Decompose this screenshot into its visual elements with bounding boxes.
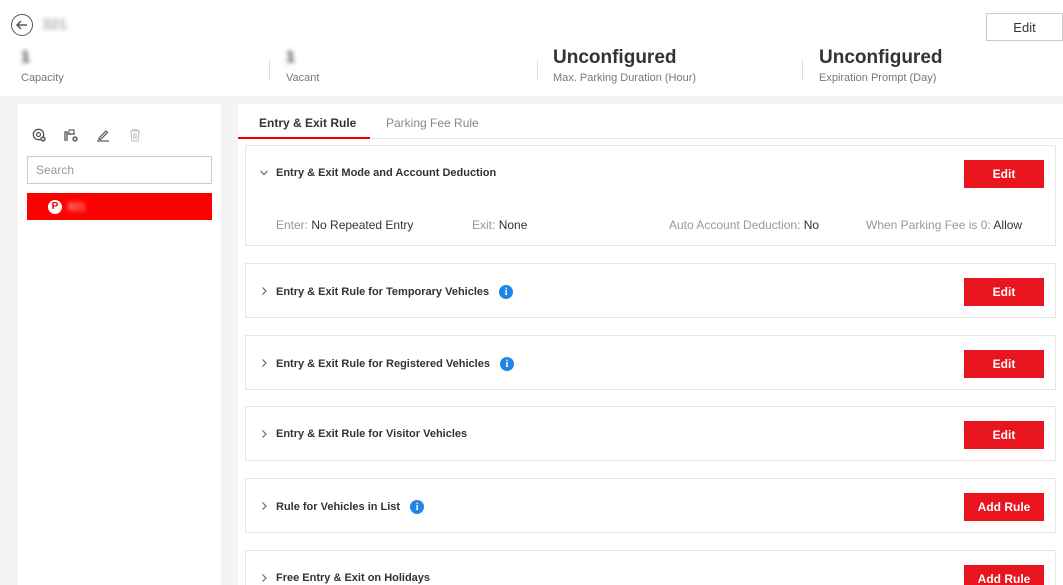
- edit-button[interactable]: Edit: [964, 421, 1044, 449]
- edit-button[interactable]: Edit: [964, 278, 1044, 306]
- main-panel: Entry & Exit Rule Parking Fee Rule Entry…: [238, 104, 1063, 585]
- search-input[interactable]: [27, 156, 212, 184]
- section-header[interactable]: Entry & Exit Rule for Registered Vehicle…: [246, 336, 1055, 391]
- divider: [802, 60, 803, 80]
- add-rule-button[interactable]: Add Rule: [964, 565, 1044, 585]
- section-title: Entry & Exit Rule for Registered Vehicle…: [276, 357, 514, 371]
- detail-exit: Exit: None: [472, 218, 528, 232]
- divider: [537, 60, 538, 80]
- detail-auto-deduction: Auto Account Deduction: No: [669, 218, 820, 232]
- stat-expiration: Unconfigured Expiration Prompt (Day): [819, 46, 943, 84]
- parking-icon: P: [48, 199, 62, 214]
- section-title: Entry & Exit Rule for Temporary Vehicles…: [276, 285, 514, 299]
- section-free-holidays: Free Entry & Exit on Holidays Add Rule: [245, 550, 1056, 585]
- section-header[interactable]: Entry & Exit Mode and Account Deduction …: [246, 146, 1055, 201]
- tab-entry-exit-rule[interactable]: Entry & Exit Rule: [259, 116, 356, 130]
- tab-bar: Entry & Exit Rule Parking Fee Rule: [238, 104, 1063, 139]
- add-rule-button[interactable]: Add Rule: [964, 493, 1044, 521]
- parking-lot-name: 321: [42, 16, 68, 33]
- stat-value: Unconfigured: [553, 47, 677, 68]
- chevron-right-icon[interactable]: [258, 285, 270, 297]
- section-title: Entry & Exit Rule for Visitor Vehicles: [276, 428, 468, 440]
- stat-vacant: 1 Vacant: [286, 46, 319, 84]
- stat-label: Capacity: [21, 72, 64, 84]
- edit-button[interactable]: Edit: [964, 160, 1044, 188]
- edit-button[interactable]: Edit: [964, 350, 1044, 378]
- edit-lot-button[interactable]: Edit: [986, 13, 1063, 41]
- stat-label: Max. Parking Duration (Hour): [553, 72, 697, 84]
- chevron-right-icon[interactable]: [258, 428, 270, 440]
- delete-icon[interactable]: [128, 128, 142, 142]
- info-icon[interactable]: i: [499, 357, 514, 371]
- chevron-right-icon[interactable]: [258, 500, 270, 512]
- stat-value: Unconfigured: [819, 47, 943, 68]
- section-title: Entry & Exit Mode and Account Deduction: [276, 167, 497, 179]
- section-header[interactable]: Entry & Exit Rule for Visitor Vehicles E…: [246, 407, 1055, 462]
- section-title: Rule for Vehicles in List i: [276, 500, 425, 514]
- arrow-left-icon: [15, 20, 27, 30]
- section-entry-exit-mode: Entry & Exit Mode and Account Deduction …: [245, 145, 1056, 246]
- section-vehicles-in-list: Rule for Vehicles in List i Add Rule: [245, 478, 1056, 533]
- detail-enter: Enter: No Repeated Entry: [276, 218, 414, 232]
- active-tab-indicator: [238, 137, 370, 139]
- sidebar-toolbar: [32, 128, 142, 142]
- page-header: 321 Edit 1 Capacity 1 Vacant Unconfigure…: [0, 0, 1063, 96]
- chevron-right-icon[interactable]: [258, 572, 270, 584]
- tab-parking-fee-rule[interactable]: Parking Fee Rule: [386, 116, 479, 130]
- add-entrance-icon[interactable]: [64, 128, 78, 142]
- section-header[interactable]: Entry & Exit Rule for Temporary Vehicles…: [246, 264, 1055, 319]
- stat-label: Vacant: [286, 72, 320, 84]
- tree-item-label: 321: [67, 200, 86, 213]
- edit-icon[interactable]: [96, 128, 110, 142]
- add-parking-lot-icon[interactable]: [32, 128, 46, 142]
- chevron-right-icon[interactable]: [258, 357, 270, 369]
- info-icon[interactable]: i: [499, 285, 514, 299]
- info-icon[interactable]: i: [410, 500, 425, 514]
- stat-capacity: 1 Capacity: [21, 46, 64, 84]
- tree-item-parking-lot[interactable]: P 321: [27, 193, 212, 220]
- back-button[interactable]: [11, 14, 33, 36]
- stat-value: 1: [21, 49, 30, 66]
- section-header[interactable]: Free Entry & Exit on Holidays Add Rule: [246, 551, 1055, 585]
- section-header[interactable]: Rule for Vehicles in List i Add Rule: [246, 479, 1055, 534]
- stat-label: Expiration Prompt (Day): [819, 72, 937, 84]
- detail-fee-zero: When Parking Fee is 0: Allow: [866, 218, 1023, 232]
- stat-max-duration: Unconfigured Max. Parking Duration (Hour…: [553, 46, 696, 84]
- section-visitor-vehicles: Entry & Exit Rule for Visitor Vehicles E…: [245, 406, 1056, 461]
- section-title: Free Entry & Exit on Holidays: [276, 572, 431, 584]
- chevron-down-icon[interactable]: [258, 167, 270, 179]
- sidebar: P 321: [18, 104, 221, 585]
- divider: [269, 60, 270, 80]
- section-registered-vehicles: Entry & Exit Rule for Registered Vehicle…: [245, 335, 1056, 390]
- section-temporary-vehicles: Entry & Exit Rule for Temporary Vehicles…: [245, 263, 1056, 318]
- stat-value: 1: [286, 49, 295, 66]
